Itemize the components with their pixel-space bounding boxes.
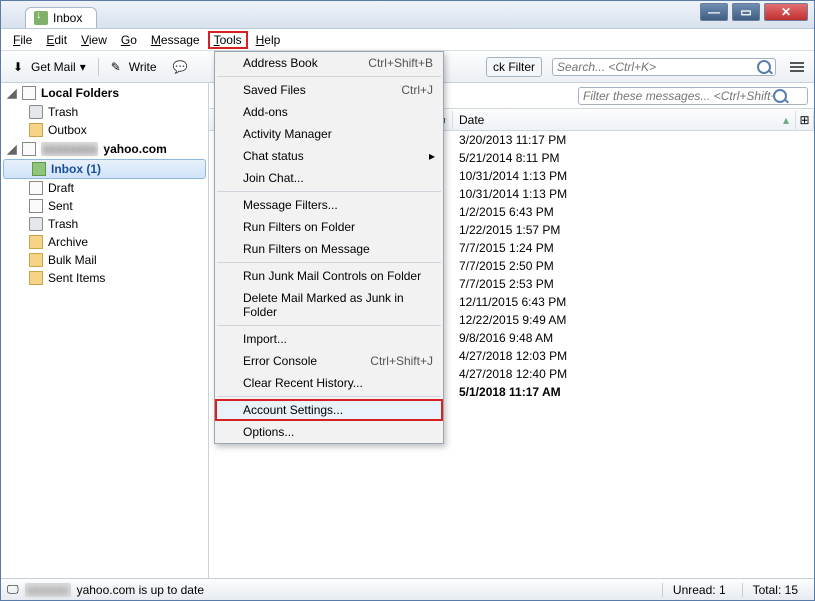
- menu-item-error-console[interactable]: Error ConsoleCtrl+Shift+J: [215, 350, 443, 372]
- search-input[interactable]: [557, 60, 757, 74]
- menu-item-add-ons[interactable]: Add-ons: [215, 101, 443, 123]
- file-icon: [29, 199, 43, 213]
- menu-file[interactable]: File: [7, 31, 38, 49]
- close-button[interactable]: ✕: [764, 3, 808, 21]
- menu-item-activity-manager[interactable]: Activity Manager: [215, 123, 443, 145]
- col-date[interactable]: Date▴: [453, 111, 796, 129]
- menu-edit[interactable]: Edit: [40, 31, 73, 49]
- account-name-redacted: xxxxxxxx: [41, 142, 98, 156]
- message-date: 1/2/2015 6:43 PM: [453, 204, 814, 220]
- message-date: 9/8/2016 9:48 AM: [453, 330, 814, 346]
- folder-sent[interactable]: Sent: [1, 197, 208, 215]
- menu-item-clear-recent-history[interactable]: Clear Recent History...: [215, 372, 443, 394]
- message-date: 10/31/2014 1:13 PM: [453, 186, 814, 202]
- status-bar: 🖵 xxxxxxx yahoo.com is up to date Unread…: [1, 578, 814, 600]
- folder-archive[interactable]: Archive: [1, 233, 208, 251]
- folder-inbox-[interactable]: Inbox (1): [3, 159, 206, 179]
- message-date: 4/27/2018 12:03 PM: [453, 348, 814, 364]
- account-icon: [22, 142, 36, 156]
- folder-sent-items[interactable]: Sent Items: [1, 269, 208, 287]
- mail-account[interactable]: ◢xxxxxxxxyahoo.com: [1, 139, 208, 159]
- message-date: 7/7/2015 2:50 PM: [453, 258, 814, 274]
- quick-filter-button[interactable]: ck Filter: [486, 57, 542, 77]
- menu-item-join-chat: Join Chat...: [215, 167, 443, 189]
- menu-item-account-settings[interactable]: Account Settings...: [215, 399, 443, 421]
- activity-icon: 🖵: [7, 582, 19, 597]
- menu-item-message-filters[interactable]: Message Filters...: [215, 194, 443, 216]
- message-date: 7/7/2015 2:53 PM: [453, 276, 814, 292]
- menubar: FileEditViewGoMessageToolsHelp: [1, 29, 814, 51]
- menu-tools[interactable]: Tools: [208, 31, 248, 49]
- search-icon[interactable]: [773, 89, 787, 103]
- chat-icon: 💬: [173, 60, 187, 74]
- message-date: 5/1/2018 11:17 AM: [453, 384, 814, 400]
- minimize-button[interactable]: —: [700, 3, 728, 21]
- menu-item-address-book[interactable]: Address BookCtrl+Shift+B: [215, 52, 443, 74]
- inbox-icon: [32, 162, 46, 176]
- message-date: 3/20/2013 11:17 PM: [453, 132, 814, 148]
- folder-trash[interactable]: Trash: [1, 215, 208, 233]
- trash-icon: [29, 105, 43, 119]
- folder-bulk-mail[interactable]: Bulk Mail: [1, 251, 208, 269]
- message-date: 7/7/2015 1:24 PM: [453, 240, 814, 256]
- status-unread: Unread: 1: [662, 583, 736, 597]
- computer-icon: [22, 86, 36, 100]
- tab-title: Inbox: [53, 11, 82, 25]
- message-date: 10/31/2014 1:13 PM: [453, 168, 814, 184]
- folder-outbox[interactable]: Outbox: [1, 121, 208, 139]
- message-date: 12/22/2015 9:49 AM: [453, 312, 814, 328]
- fld-icon: [29, 271, 43, 285]
- chat-button[interactable]: 💬: [167, 57, 193, 77]
- folder-pane: ◢Local Folders TrashOutbox ◢xxxxxxxxyaho…: [1, 83, 209, 578]
- fld-icon: [29, 123, 43, 137]
- status-total: Total: 15: [742, 583, 808, 597]
- folder-trash[interactable]: Trash: [1, 103, 208, 121]
- status-account-redacted: xxxxxxx: [25, 583, 71, 597]
- menu-item-saved-files[interactable]: Saved FilesCtrl+J: [215, 79, 443, 101]
- pencil-icon: ✎: [111, 60, 125, 74]
- search-box[interactable]: [552, 58, 776, 76]
- separator: [98, 58, 99, 76]
- titlebar: Inbox — ▭ ✕: [1, 1, 814, 29]
- menu-item-run-junk-mail-controls-on-folder[interactable]: Run Junk Mail Controls on Folder: [215, 265, 443, 287]
- trash-icon: [29, 217, 43, 231]
- menu-view[interactable]: View: [75, 31, 113, 49]
- fld-icon: [29, 235, 43, 249]
- tools-menu-dropdown: Address BookCtrl+Shift+B Saved FilesCtrl+…: [214, 51, 444, 444]
- menu-item-import[interactable]: Import...: [215, 328, 443, 350]
- maximize-button[interactable]: ▭: [732, 3, 760, 21]
- menu-item-options[interactable]: Options...: [215, 421, 443, 443]
- message-date: 5/21/2014 8:11 PM: [453, 150, 814, 166]
- menu-go[interactable]: Go: [115, 31, 143, 49]
- download-icon: ⬇: [13, 60, 27, 74]
- inbox-icon: [34, 11, 48, 25]
- menu-help[interactable]: Help: [250, 31, 287, 49]
- status-message: yahoo.com is up to date: [77, 583, 204, 597]
- window-tab[interactable]: Inbox: [25, 7, 97, 28]
- menu-item-run-filters-on-folder[interactable]: Run Filters on Folder: [215, 216, 443, 238]
- submenu-arrow-icon: ▸: [429, 149, 435, 163]
- menu-item-delete-mail-marked-as-junk-in-folder[interactable]: Delete Mail Marked as Junk in Folder: [215, 287, 443, 323]
- message-date: 12/11/2015 6:43 PM: [453, 294, 814, 310]
- fld-icon: [29, 253, 43, 267]
- filter-input[interactable]: [583, 89, 773, 103]
- message-date: 4/27/2018 12:40 PM: [453, 366, 814, 382]
- search-icon[interactable]: [757, 60, 771, 74]
- filter-box[interactable]: [578, 87, 808, 105]
- message-date: 1/22/2015 1:57 PM: [453, 222, 814, 238]
- folder-draft[interactable]: Draft: [1, 179, 208, 197]
- local-folders-account[interactable]: ◢Local Folders: [1, 83, 208, 103]
- menu-button[interactable]: [786, 58, 808, 76]
- get-mail-button[interactable]: ⬇Get Mail ▾: [7, 57, 92, 77]
- write-button[interactable]: ✎Write: [105, 57, 163, 77]
- menu-item-chat-status[interactable]: Chat status▸: [215, 145, 443, 167]
- col-picker[interactable]: ⊞: [796, 111, 814, 129]
- menu-item-run-filters-on-message: Run Filters on Message: [215, 238, 443, 260]
- menu-message[interactable]: Message: [145, 31, 206, 49]
- file-icon: [29, 181, 43, 195]
